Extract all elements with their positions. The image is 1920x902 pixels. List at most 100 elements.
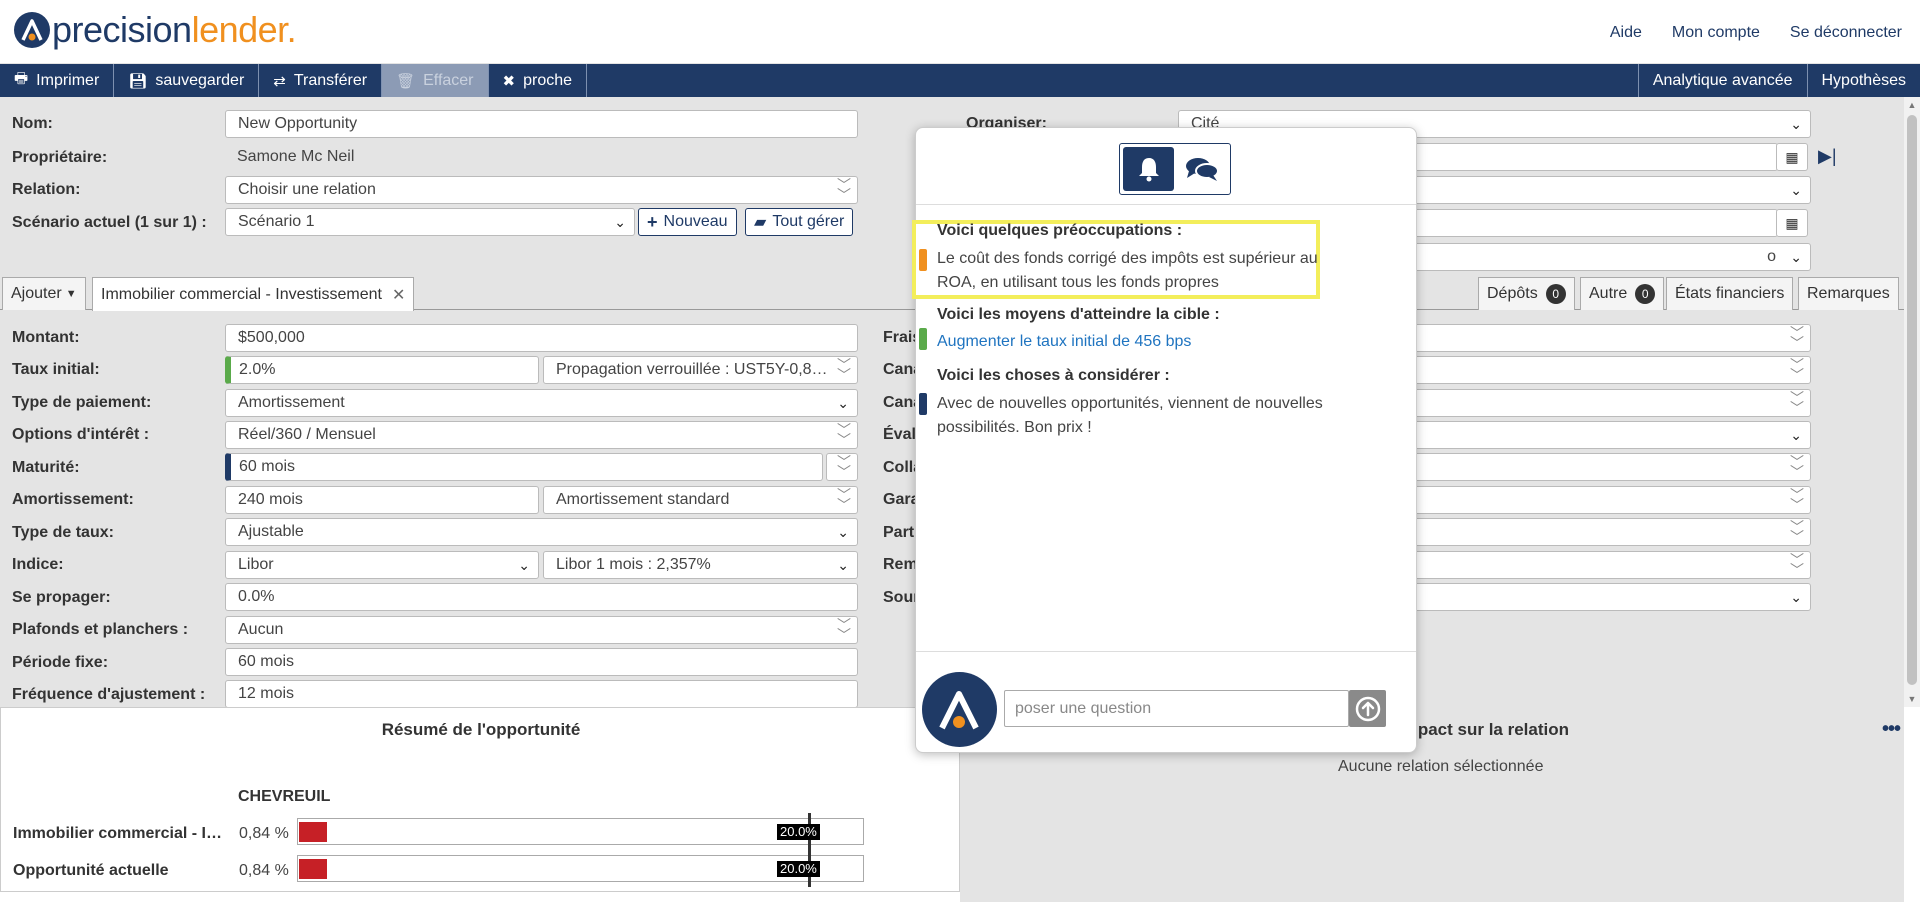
caret-down-icon: ▼ <box>65 288 77 300</box>
spread-label: Se propager: <box>12 589 111 606</box>
concern-text: Le coût des fonds corrigé des impôts est… <box>937 250 1318 291</box>
target-heading: Voici les moyens d'atteindre la cible : <box>937 306 1220 323</box>
payment-type-label: Type de paiement: <box>12 394 152 411</box>
assistant-avatar <box>922 672 997 747</box>
owner-value: Samone Mc Neil <box>237 148 355 165</box>
summary-row-label: Immobilier commercial - I… <box>13 825 222 842</box>
new-scenario-button[interactable]: + Nouveau <box>638 208 737 236</box>
help-link[interactable]: Aide <box>1610 24 1642 42</box>
close-button[interactable]: ✖ proche <box>489 64 588 97</box>
notifications-tab[interactable] <box>1123 147 1174 191</box>
index-select[interactable]: Libor ⌄ <box>225 551 539 579</box>
summary-row-label: Opportunité actuelle <box>13 862 169 879</box>
close-icon: ✖ <box>502 72 516 90</box>
chevron-down-icon: ⌄ <box>1790 427 1802 443</box>
scroll-down-icon[interactable]: ▼ <box>1904 691 1920 707</box>
name-label: Nom: <box>12 115 53 132</box>
payment-type-select[interactable]: Amortissement ⌄ <box>225 389 858 417</box>
assistant-popup: Voici quelques préoccupations : Le coût … <box>912 127 1417 753</box>
tab-other[interactable]: Autre 0 <box>1580 277 1665 310</box>
add-tab-dropdown[interactable]: Ajouter ▼ <box>2 277 86 310</box>
chevron-down-icon: ⌄ <box>1790 589 1802 605</box>
logo-mark-icon <box>14 12 50 48</box>
trash-icon: 🗑︎ <box>396 72 416 90</box>
initial-rate-input[interactable]: 2.0% <box>225 356 539 384</box>
concern-marker <box>919 249 927 271</box>
right-label-source: Sour <box>883 589 920 606</box>
other-count-badge: 0 <box>1635 284 1656 304</box>
index-detail-select[interactable]: Libor 1 mois : 2,357% ⌄ <box>543 551 858 579</box>
chat-tab[interactable] <box>1176 147 1227 191</box>
amortization-type-select[interactable]: Amortissement standard ﹀ ﹀ <box>543 486 858 514</box>
scroll-up-icon[interactable]: ▲ <box>1904 97 1920 113</box>
chevron-down-icon: ⌄ <box>518 557 530 573</box>
main-toolbar: 🖶 Imprimer 💾︎ sauvegarder ⇄ Transférer 🗑︎ Ef… <box>0 64 1920 97</box>
vertical-scrollbar[interactable]: ▲ ▼ <box>1904 97 1920 707</box>
advanced-analytics-button[interactable]: Analytique avancée <box>1637 64 1807 97</box>
maturity-options-button[interactable]: ﹀ ﹀ <box>826 453 858 481</box>
double-chevron-icon: ﹀ ﹀ <box>1790 390 1804 416</box>
right-label-remuneration: Rem <box>883 556 918 573</box>
scenario-label: Scénario actuel (1 sur 1) : <box>12 214 207 231</box>
plus-icon: + <box>647 211 658 232</box>
logo-wordmark: precisionlender. <box>52 9 297 50</box>
manage-scenarios-button[interactable]: ▰ Tout gérer <box>745 208 854 236</box>
adjustment-frequency-input[interactable]: 12 mois <box>225 680 858 708</box>
transfer-button[interactable]: ⇄ Transférer <box>259 64 383 97</box>
my-account-link[interactable]: Mon compte <box>1672 24 1760 42</box>
summary-column-header: CHEVREUIL <box>238 788 331 805</box>
opportunity-summary-panel: Résumé de l'opportunité CHEVREUIL Immobi… <box>0 707 960 892</box>
spread-input[interactable]: 0.0% <box>225 583 858 611</box>
hypotheses-button[interactable]: Hypothèses <box>1806 64 1920 97</box>
amortization-input[interactable]: 240 mois <box>225 486 539 514</box>
calendar-icon[interactable]: ▦ <box>1776 143 1808 171</box>
consider-marker <box>919 393 927 415</box>
rate-type-select[interactable]: Ajustable ⌄ <box>225 518 858 546</box>
right-label-eval: Éval <box>883 426 916 443</box>
double-chevron-icon: ﹀ ﹀ <box>1790 552 1804 578</box>
clear-button[interactable]: 🗑︎ Effacer <box>382 64 489 97</box>
increase-rate-link[interactable]: Augmenter le taux initial de 456 bps <box>937 333 1191 351</box>
spread-locked-select[interactable]: Propagation verrouillée : UST5Y-0,8… ﹀ ﹀ <box>543 356 858 384</box>
tab-commercial-real-estate[interactable]: Immobilier commercial - Investissement ✕ <box>92 277 415 311</box>
chevron-down-icon: ⌄ <box>1790 116 1802 132</box>
scrollbar-thumb[interactable] <box>1907 115 1917 685</box>
interest-options-select[interactable]: Réel/360 / Mensuel ﹀ ﹀ <box>225 421 858 449</box>
send-button[interactable] <box>1349 690 1386 727</box>
amount-input[interactable]: $500,000 <box>225 324 858 352</box>
close-tab-icon[interactable]: ✕ <box>392 285 405 305</box>
chevron-down-icon: ⌄ <box>837 557 849 573</box>
double-chevron-icon: ﹀ ﹀ <box>837 357 851 383</box>
fixed-period-input[interactable]: 60 mois <box>225 648 858 676</box>
double-chevron-icon: ﹀ ﹀ <box>837 177 851 203</box>
calendar-icon[interactable]: ▦ <box>1776 209 1808 237</box>
caps-floors-select[interactable]: Aucun ﹀ ﹀ <box>225 616 858 644</box>
double-chevron-icon: ﹀ ﹀ <box>837 454 851 480</box>
tab-deposits[interactable]: Dépôts 0 <box>1478 277 1575 310</box>
tab-financial-statements[interactable]: États financiers <box>1666 277 1794 310</box>
maturity-label: Maturité: <box>12 459 80 476</box>
exchange-icon: ⇄ <box>273 72 286 90</box>
printer-icon: 🖶 <box>14 70 29 87</box>
target-label: 20.0% <box>777 861 820 877</box>
scenario-select[interactable]: Scénario 1 ⌄ <box>225 208 635 236</box>
maturity-input[interactable]: 60 mois <box>225 453 823 481</box>
chat-bubbles-icon <box>1185 158 1219 181</box>
relation-select[interactable]: Choisir une relation ﹀ ﹀ <box>225 176 858 204</box>
double-chevron-icon: ﹀ ﹀ <box>1790 325 1804 351</box>
logout-link[interactable]: Se déconnecter <box>1790 24 1902 42</box>
summary-row-value: 0,84 % <box>239 862 289 879</box>
ask-question-input[interactable] <box>1004 690 1349 727</box>
tab-remarks[interactable]: Remarques <box>1798 277 1899 310</box>
target-label: 20.0% <box>777 824 820 840</box>
bar-fill <box>299 822 327 842</box>
arrow-up-circle-icon <box>1355 696 1380 721</box>
skip-end-icon[interactable]: ▶| <box>1818 146 1837 167</box>
more-options-icon[interactable]: ••• <box>1882 718 1901 741</box>
summary-row-bar: 20.0% <box>297 813 864 850</box>
name-input[interactable]: New Opportunity <box>225 110 858 138</box>
print-button[interactable]: 🖶 Imprimer <box>0 64 115 97</box>
save-button[interactable]: 💾︎ sauvegarder <box>114 64 260 97</box>
concerns-heading: Voici quelques préoccupations : <box>937 222 1183 239</box>
precisionlender-logo[interactable]: precisionlender. <box>14 9 297 50</box>
